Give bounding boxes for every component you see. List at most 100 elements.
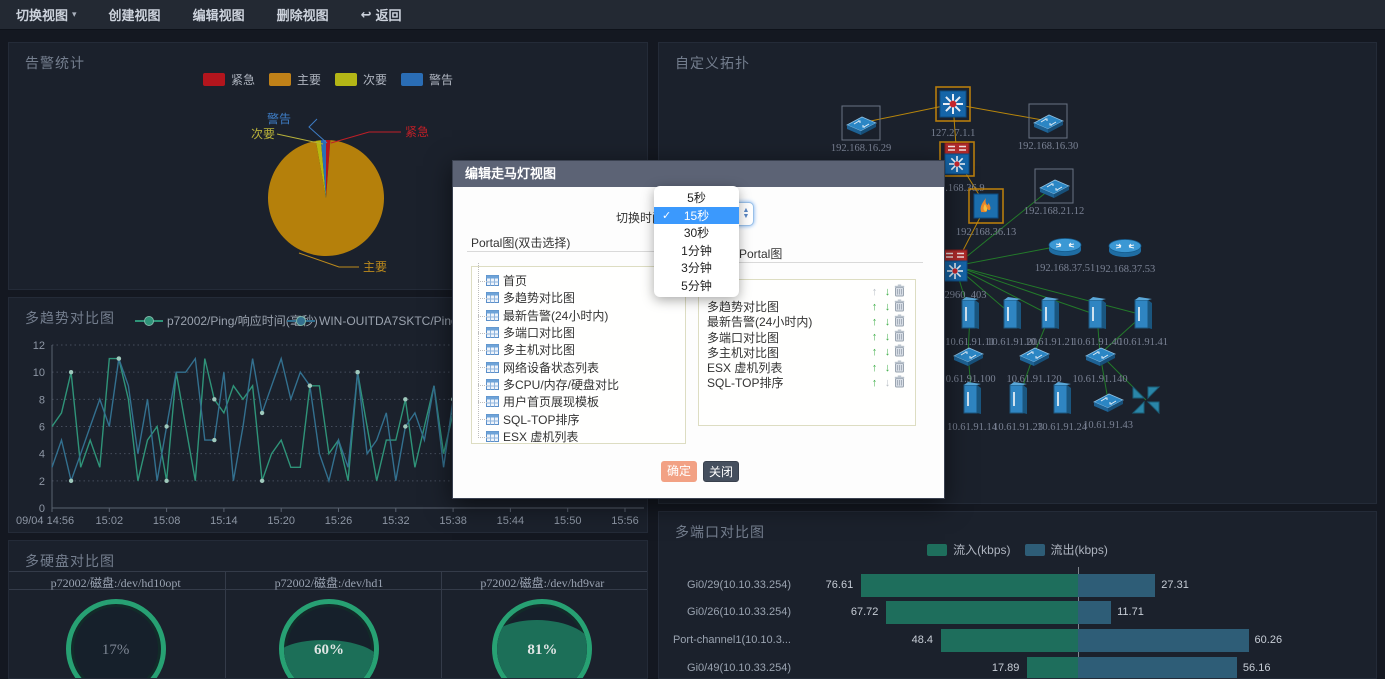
- trash-icon[interactable]: [894, 314, 905, 327]
- move-up-icon[interactable]: ↑: [868, 331, 881, 343]
- server-node-icon[interactable]: [962, 297, 979, 329]
- data-point[interactable]: [403, 424, 407, 428]
- data-point[interactable]: [403, 397, 407, 401]
- inflow-bar[interactable]: [886, 601, 1078, 624]
- data-point[interactable]: [212, 397, 216, 401]
- node-label: 10.61.91.14: [947, 422, 998, 433]
- outflow-bar[interactable]: [1078, 574, 1155, 597]
- menu-back[interactable]: ↩ 返回: [345, 0, 418, 30]
- delete-item[interactable]: [894, 344, 905, 360]
- portal-tree-item[interactable]: 最新告警(24小时内): [472, 307, 685, 324]
- data-point[interactable]: [69, 370, 73, 374]
- outflow-bar[interactable]: [1078, 629, 1249, 652]
- dropdown-option[interactable]: 3分钟: [654, 259, 739, 277]
- server-node-icon[interactable]: [1010, 382, 1027, 414]
- inflow-bar[interactable]: [861, 574, 1078, 597]
- data-point[interactable]: [308, 384, 312, 388]
- menu-delete-view[interactable]: 删除视图: [261, 0, 345, 30]
- move-up-icon[interactable]: ↑: [868, 301, 881, 313]
- move-down-icon[interactable]: ↓: [881, 331, 894, 343]
- ok-button[interactable]: 确定: [661, 461, 697, 482]
- move-up-icon[interactable]: ↑: [868, 346, 881, 358]
- portal-tree-item[interactable]: 多端口对比图: [472, 324, 685, 341]
- firewall-node-icon[interactable]: [969, 189, 1003, 223]
- move-down-icon[interactable]: ↓: [881, 301, 894, 313]
- delete-item[interactable]: [894, 284, 905, 300]
- data-point[interactable]: [69, 479, 73, 483]
- stack-node-icon[interactable]: [940, 142, 974, 176]
- outflow-bar[interactable]: [1078, 601, 1111, 624]
- menu-create-view[interactable]: 创建视图: [93, 0, 177, 30]
- trash-icon[interactable]: [894, 375, 905, 388]
- portal-tree-item[interactable]: 网络设备状态列表: [472, 358, 685, 375]
- close-button[interactable]: 关闭: [703, 461, 739, 482]
- delete-item[interactable]: [894, 299, 905, 315]
- data-point[interactable]: [164, 479, 168, 483]
- trash-icon[interactable]: [894, 299, 905, 312]
- portal-tree-item[interactable]: 用户首页展现模板: [472, 393, 685, 410]
- inflow-bar[interactable]: [941, 629, 1078, 652]
- switch-node-icon[interactable]: [1094, 394, 1123, 412]
- bar-category-label: Port-channel1(10.10.3...: [659, 634, 791, 646]
- dropdown-option[interactable]: 5秒: [654, 189, 739, 207]
- inflow-bar[interactable]: [1027, 657, 1078, 679]
- portal-tree-item[interactable]: 多CPU/内存/硬盘对比: [472, 376, 685, 393]
- hub-node-icon[interactable]: [936, 87, 970, 121]
- dropdown-option[interactable]: 5分钟: [654, 277, 739, 295]
- portal-tree-item[interactable]: 多主机对比图: [472, 341, 685, 358]
- router-node-icon[interactable]: [1109, 240, 1141, 258]
- server-node-icon[interactable]: [1135, 297, 1152, 329]
- panel-title: 多端口对比图: [675, 522, 765, 542]
- move-down-icon[interactable]: ↓: [881, 346, 894, 358]
- server-node-icon[interactable]: [1089, 297, 1106, 329]
- y-tick-label: 0: [39, 503, 45, 515]
- move-down-icon[interactable]: ↓: [881, 286, 894, 298]
- switch-node-icon[interactable]: [1086, 348, 1115, 366]
- switch-node-icon[interactable]: [1020, 348, 1049, 366]
- dropdown-option[interactable]: ✓15秒: [654, 207, 739, 225]
- legend-item[interactable]: 流出(kbps): [1025, 541, 1108, 558]
- data-point[interactable]: [260, 411, 264, 415]
- server-node-icon[interactable]: [1004, 297, 1021, 329]
- move-up-icon[interactable]: ↑: [868, 377, 881, 389]
- menu-edit-view[interactable]: 编辑视图: [177, 0, 261, 30]
- data-point[interactable]: [260, 479, 264, 483]
- delete-item[interactable]: [894, 329, 905, 345]
- move-down-icon[interactable]: ↓: [881, 362, 894, 374]
- data-point[interactable]: [117, 356, 121, 360]
- portal-tree-item[interactable]: ESX 虚机列表: [472, 428, 685, 445]
- trash-icon[interactable]: [894, 329, 905, 342]
- switch-node-icon[interactable]: [1035, 169, 1073, 203]
- dropdown-option[interactable]: 30秒: [654, 224, 739, 242]
- data-point[interactable]: [212, 438, 216, 442]
- move-up-icon[interactable]: ↑: [868, 286, 881, 298]
- legend-item[interactable]: 流入(kbps): [927, 541, 1010, 558]
- selected-portal-list[interactable]: ↑↓多趋势对比图↑↓最新告警(24小时内)↑↓多端口对比图↑↓多主机对比图↑↓E…: [698, 279, 916, 426]
- switch-node-icon[interactable]: [954, 348, 983, 366]
- move-up-icon[interactable]: ↑: [868, 316, 881, 328]
- select-stepper-icon[interactable]: ▲▼: [738, 203, 753, 225]
- server-node-icon[interactable]: [964, 382, 981, 414]
- server-node-icon[interactable]: [1042, 297, 1059, 329]
- move-down-icon[interactable]: ↓: [881, 316, 894, 328]
- delete-item[interactable]: [894, 360, 905, 376]
- router-node-icon[interactable]: [1049, 239, 1081, 257]
- delete-item[interactable]: [894, 375, 905, 391]
- delete-item[interactable]: [894, 314, 905, 330]
- server-node-icon[interactable]: [1054, 382, 1071, 414]
- trash-icon[interactable]: [894, 360, 905, 373]
- selected-portal-row: 最新告警(24小时内)↑↓: [699, 314, 915, 329]
- data-point[interactable]: [164, 424, 168, 428]
- switch-node-icon[interactable]: [842, 106, 880, 140]
- menu-switch-view[interactable]: 切换视图 ▾: [0, 0, 93, 30]
- stack-node-icon[interactable]: [943, 250, 967, 281]
- switch-node-icon[interactable]: [1029, 104, 1067, 138]
- move-down-icon[interactable]: ↓: [881, 377, 894, 389]
- trash-icon[interactable]: [894, 284, 905, 297]
- trash-icon[interactable]: [894, 344, 905, 357]
- data-point[interactable]: [355, 370, 359, 374]
- outflow-bar[interactable]: [1078, 657, 1237, 679]
- dropdown-option[interactable]: 1分钟: [654, 242, 739, 260]
- portal-tree-item[interactable]: SQL-TOP排序: [472, 410, 685, 427]
- move-up-icon[interactable]: ↑: [868, 362, 881, 374]
